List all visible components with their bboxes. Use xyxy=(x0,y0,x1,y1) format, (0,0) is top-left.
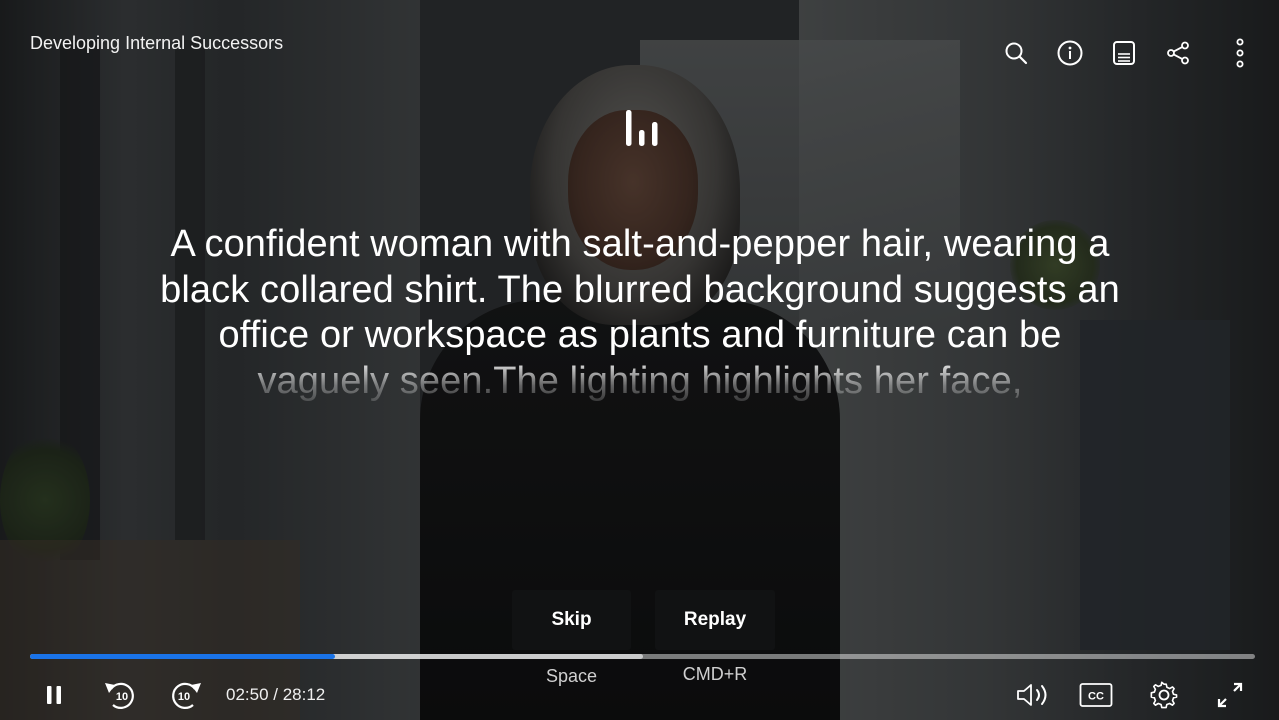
transcript-icon xyxy=(1113,41,1135,65)
info-button[interactable] xyxy=(1043,33,1097,73)
replay-shortcut-hint: CMD+R xyxy=(682,664,748,684)
skip-button[interactable]: Skip xyxy=(512,590,631,650)
top-toolbar xyxy=(989,33,1245,73)
rewind-seconds: 10 xyxy=(116,691,128,703)
more-vertical-icon xyxy=(1236,38,1244,68)
video-player[interactable]: Developing Internal Successors A confide… xyxy=(0,0,1279,720)
share-icon xyxy=(1167,41,1189,65)
info-icon xyxy=(1057,40,1083,66)
closed-captions-label: CC xyxy=(1088,691,1104,703)
closed-captions-icon: CC xyxy=(1079,683,1113,707)
forward-seconds: 10 xyxy=(178,691,190,703)
settings-button[interactable] xyxy=(1144,677,1184,713)
skip-shortcut-hint: Space xyxy=(545,666,598,686)
audio-description-text: A confident woman with salt-and-pepper h… xyxy=(160,223,1120,402)
fullscreen-icon xyxy=(1217,682,1243,708)
transcript-button[interactable] xyxy=(1097,33,1151,73)
progress-bar[interactable] xyxy=(30,654,1255,659)
video-title: Developing Internal Successors xyxy=(30,33,284,53)
rewind-10-button[interactable]: 10 xyxy=(102,677,140,713)
fullscreen-button[interactable] xyxy=(1210,677,1250,713)
audio-description-icon xyxy=(622,108,662,148)
search-button[interactable] xyxy=(989,33,1043,73)
pause-button[interactable] xyxy=(36,677,72,713)
replay-button[interactable]: Replay xyxy=(655,590,775,650)
rewind-10-icon: 10 xyxy=(105,682,134,709)
forward-10-button[interactable]: 10 xyxy=(166,677,204,713)
time-display: 02:50 / 28:12 xyxy=(226,685,326,704)
settings-icon xyxy=(1150,681,1178,709)
volume-button[interactable] xyxy=(1012,677,1056,713)
forward-10-icon: 10 xyxy=(172,682,201,709)
volume-icon xyxy=(1017,684,1047,706)
more-options-button[interactable] xyxy=(1205,33,1245,73)
closed-captions-button[interactable]: CC xyxy=(1076,677,1116,713)
progress-played xyxy=(30,654,336,659)
share-button[interactable] xyxy=(1151,33,1205,73)
pause-icon xyxy=(47,686,61,704)
search-icon xyxy=(1005,42,1028,65)
